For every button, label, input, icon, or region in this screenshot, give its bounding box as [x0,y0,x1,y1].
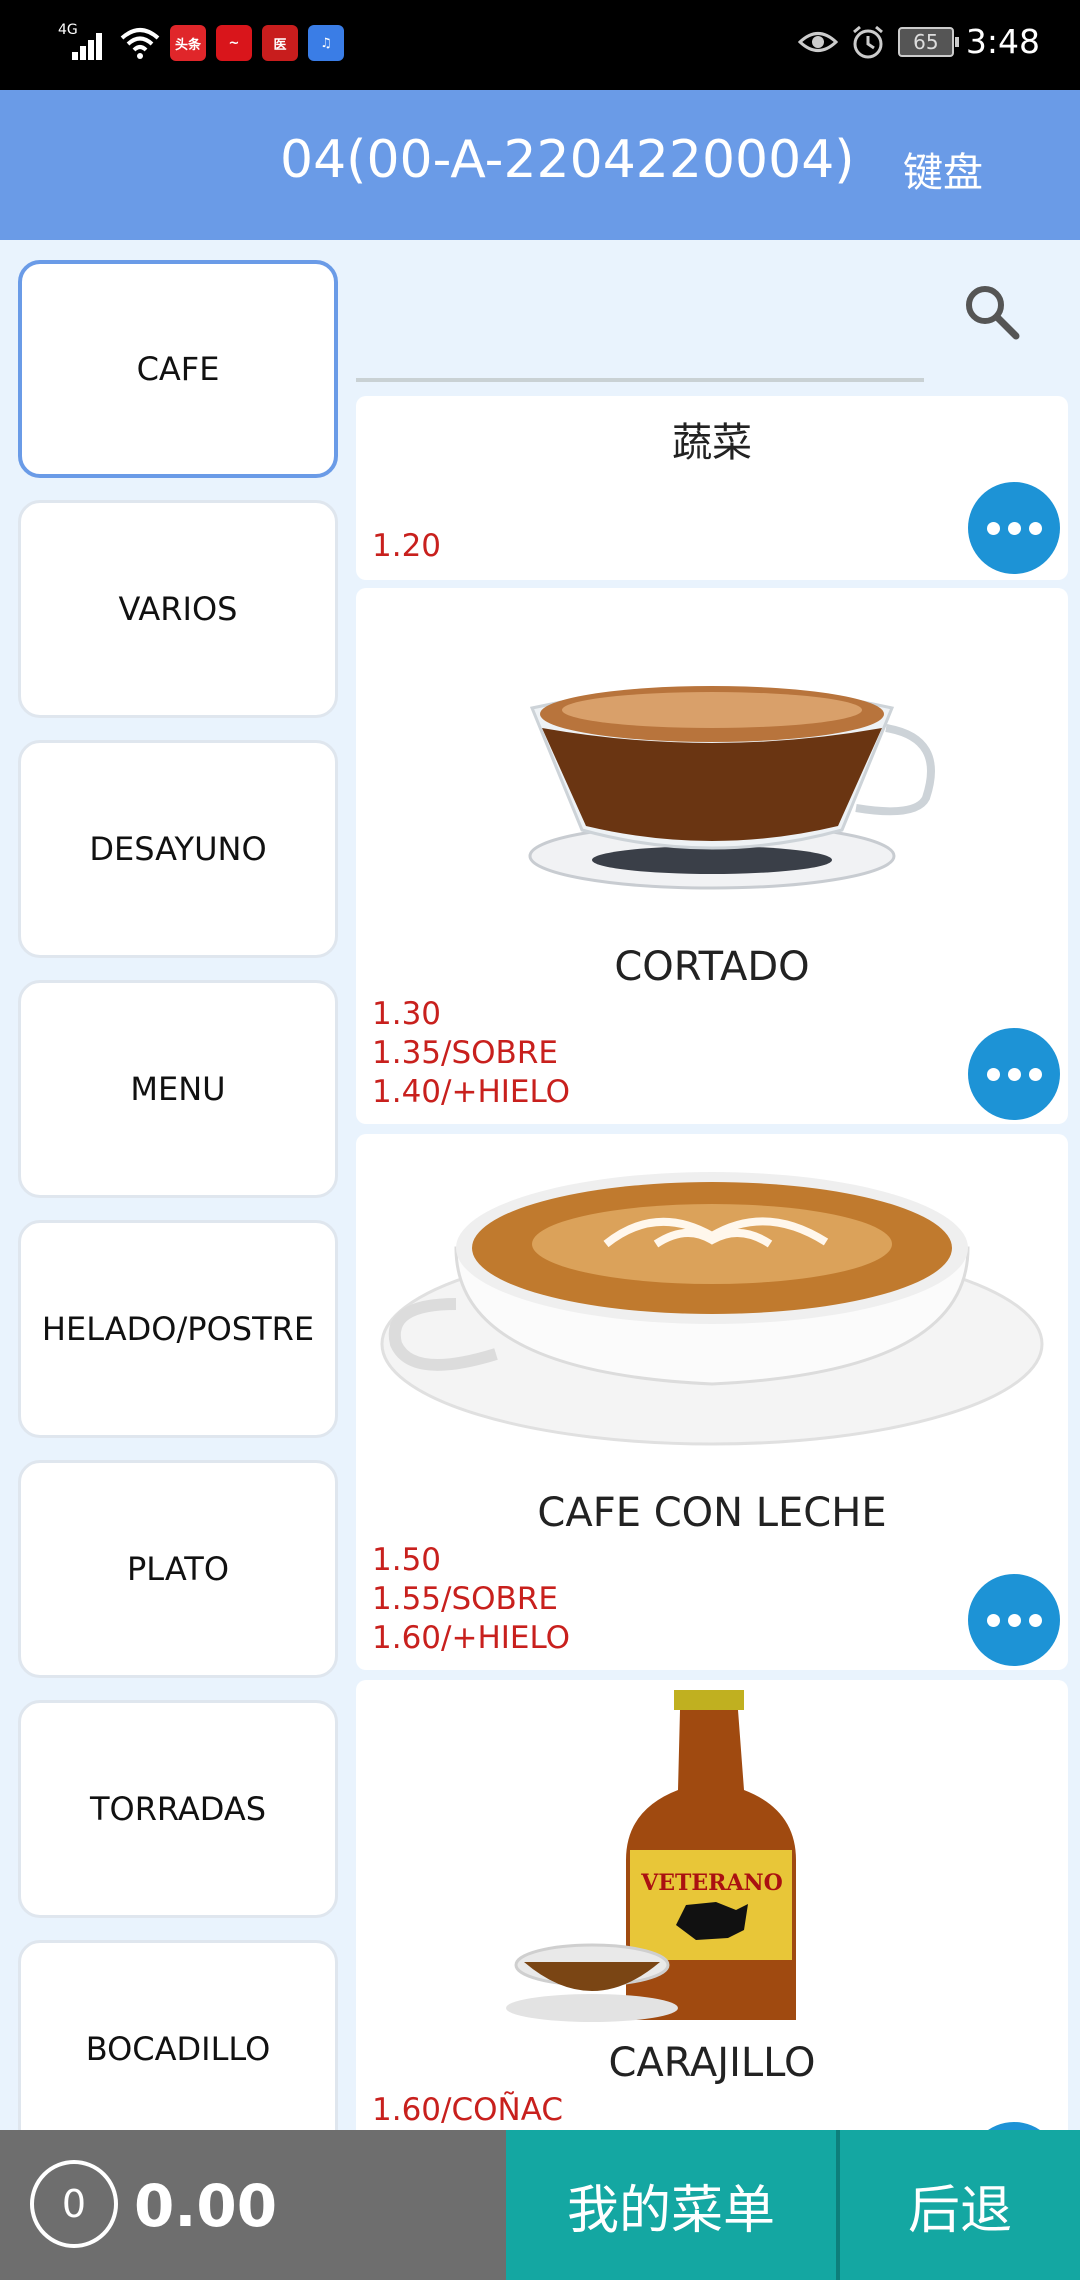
wifi-icon [120,28,160,59]
status-bar: 4G 头条 ~ 医 ♫ 65 3:48 [0,0,1080,90]
product-name: CORTADO [614,944,810,990]
category-bocadillo[interactable]: BOCADILLO [18,1940,338,2130]
category-desayuno[interactable]: DESAYUNO [18,740,338,958]
battery-icon: 65 [897,26,959,57]
music-app-icon: ♫ [308,25,344,61]
category-helado-postre[interactable]: HELADO/POSTRE [18,1220,338,1438]
category-sidebar: CAFE VARIOS DESAYUNO MENU HELADO/POSTRE … [0,240,350,2130]
clock: 3:48 [965,22,1040,61]
product-price-option: 1.40/+HIELO [372,1074,571,1110]
product-price-option: 1.60/+HIELO [372,1620,571,1656]
category-menu[interactable]: MENU [18,980,338,1198]
product-card[interactable]: VETERANO CARAJILLO 1.60/COÑAC [356,1680,1068,2130]
page-title: 04(00-A-2204220004) [280,130,855,190]
eye-comfort-icon [797,31,838,52]
product-card[interactable]: 蔬菜 1.20 [356,396,1068,580]
product-price: 1.50 [372,1542,442,1578]
product-name: CAFE CON LECHE [537,1490,887,1536]
product-name: 蔬菜 [672,420,752,466]
search-input[interactable] [356,378,924,382]
bottle-label-text: VETERANO [640,1870,783,1896]
news-app-icon: ~ [216,25,252,61]
product-price: 1.20 [372,528,442,564]
product-price-option: 1.35/SOBRE [372,1035,558,1071]
item-count-badge: 0 [30,2160,118,2248]
product-card[interactable]: CAFE CON LECHE 1.50 1.55/SOBRE 1.60/+HIE… [356,1134,1068,1670]
toutiao-app-icon: 头条 [170,25,206,61]
back-button[interactable]: 后退 [840,2130,1080,2280]
more-options-button[interactable] [968,2122,1060,2130]
more-options-button[interactable] [968,482,1060,574]
product-price: 1.60/COÑAC [372,2092,564,2128]
search-icon[interactable] [960,280,1024,344]
alarm-icon [852,25,883,58]
product-price-option: 1.55/SOBRE [372,1581,558,1617]
health-app-icon: 医 [262,25,298,61]
espresso-cup-image [528,686,935,890]
category-varios[interactable]: VARIOS [18,500,338,718]
category-plato[interactable]: PLATO [18,1460,338,1678]
cart-total: 0.00 [134,2172,278,2240]
bottom-action-bar: 0 0.00 我的菜单 后退 [0,2130,1080,2280]
category-cafe[interactable]: CAFE [18,260,338,478]
product-list: 蔬菜 1.20 CORTADO 1.30 1.35/SOBRE 1.40/+HI… [356,396,1068,2130]
cart-summary[interactable]: 0 0.00 [0,2130,506,2280]
latte-cup-image [380,1172,1044,1446]
keyboard-button[interactable]: 键盘 [903,140,983,198]
brandy-bottle-image: VETERANO [506,1690,796,2022]
header-bar: 04(00-A-2204220004) 键盘 [0,90,1080,240]
more-options-button[interactable] [968,1574,1060,1666]
category-torradas[interactable]: TORRADAS [18,1700,338,1918]
my-menu-button[interactable]: 我的菜单 [506,2130,836,2280]
signal-icon: 4G [58,22,110,64]
more-options-button[interactable] [968,1028,1060,1120]
product-name: CARAJILLO [608,2040,816,2086]
product-price: 1.30 [372,996,442,1032]
product-card[interactable]: CORTADO 1.30 1.35/SOBRE 1.40/+HIELO [356,588,1068,1124]
